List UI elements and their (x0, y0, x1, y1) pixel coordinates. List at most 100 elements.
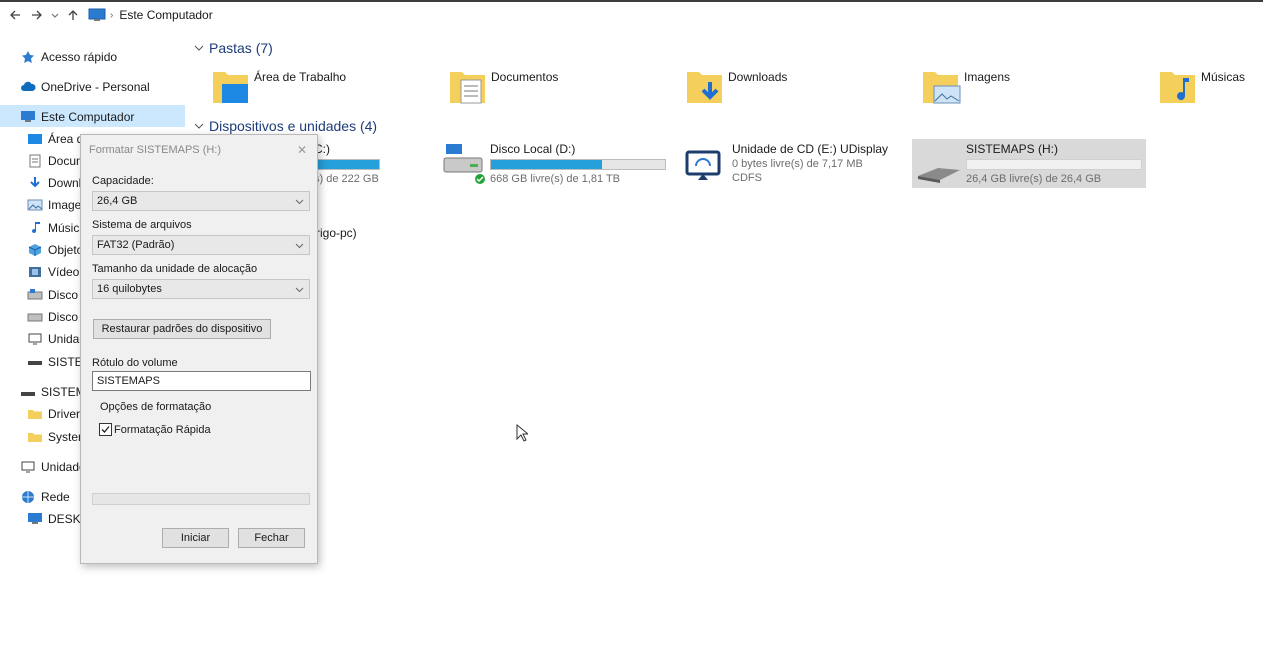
drive-c-usage-bar (314, 159, 380, 170)
sidebar-item-drive-d[interactable]: Disco Local (D:) (27, 307, 83, 327)
sidebar-item-downloads[interactable]: Downloads (27, 173, 83, 193)
network-location-partial[interactable]: rigo-pc) (316, 226, 357, 240)
forward-button[interactable] (26, 4, 48, 26)
breadcrumb-separator: › (110, 9, 114, 21)
sidebar-item-sistemaps-root[interactable]: SISTEMAPS (H:) (20, 382, 83, 402)
folders-section-header[interactable]: Pastas (7) (194, 40, 273, 56)
film-icon (29, 267, 41, 277)
chevron-down-icon (295, 199, 304, 205)
folder-pictures[interactable]: Imagens (922, 66, 1010, 106)
usb-drive-icon (21, 392, 35, 396)
sidebar-item-quick-access[interactable]: Acesso rápido (20, 47, 190, 67)
cloud-icon (21, 81, 36, 91)
arrow-up-icon (68, 10, 78, 20)
picture-icon (27, 199, 43, 211)
drive-d-usage-fill (491, 160, 603, 169)
computer-icon (28, 513, 42, 524)
breadcrumb-current[interactable]: Este Computador (119, 8, 212, 22)
network-icon (22, 491, 34, 503)
sidebar-item-cd-drive-root[interactable]: Unidade de CD (E:) (20, 457, 83, 477)
sidebar-item-this-pc[interactable]: Este Computador (20, 107, 185, 127)
volume-label-caption: Rótulo do volume (92, 357, 178, 369)
folder-desktop[interactable]: Área de Trabalho (212, 66, 346, 106)
allocation-size-label: Tamanho da unidade de alocação (92, 263, 258, 275)
download-arrow-icon (30, 177, 40, 188)
address-bar: › Este Computador (0, 0, 1263, 28)
sidebar-item-videos[interactable]: Vídeos (27, 262, 83, 282)
format-dialog: Formatar SISTEMAPS (H:) ✕ Capacidade: 26… (80, 134, 318, 564)
chevron-down-icon (295, 243, 304, 249)
hard-drive-icon (27, 313, 43, 322)
drive-sistemaps-h[interactable]: SISTEMAPS (H:) 26,4 GB livre(s) de 26,4 … (916, 140, 1142, 185)
document-icon (29, 154, 41, 168)
sidebar-item-onedrive[interactable]: OneDrive - Personal (20, 77, 190, 97)
up-button[interactable] (62, 4, 84, 26)
drive-d-usage-bar (490, 159, 666, 170)
close-button[interactable]: Fechar (238, 528, 305, 548)
music-note-icon (32, 222, 40, 234)
sidebar-item-documents[interactable]: Documentos (27, 151, 83, 171)
cd-drive-display-icon (685, 150, 721, 180)
folder-icon (28, 410, 42, 419)
desktop-folder-icon (213, 72, 248, 103)
cd-drive-icon (28, 333, 42, 345)
pictures-folder-icon (923, 72, 961, 104)
sidebar-item-network[interactable]: Rede (20, 487, 83, 507)
sidebar-item-desktop[interactable]: Área de Trabalho (27, 129, 83, 149)
folder-downloads[interactable]: Downloads (686, 66, 787, 106)
recent-dropdown[interactable] (48, 4, 62, 26)
filesystem-label: Sistema de arquivos (92, 219, 192, 231)
mouse-cursor-icon (516, 424, 528, 442)
filesystem-select[interactable]: FAT32 (Padrão) (92, 235, 310, 255)
desktop-icon (28, 134, 42, 144)
drive-c-usage-fill (315, 160, 379, 169)
usb-drive-icon (918, 168, 960, 183)
cd-drive-icon (21, 461, 35, 473)
checkmark-icon (101, 426, 110, 433)
folder-icon (28, 433, 42, 442)
computer-icon (21, 111, 35, 122)
quick-format-label: Formatação Rápida (114, 424, 211, 436)
allocation-size-select[interactable]: 16 quilobytes (92, 279, 310, 299)
devices-section-header[interactable]: Dispositivos e unidades (4) (194, 118, 377, 134)
star-icon (22, 51, 34, 63)
arrow-right-icon (32, 10, 42, 20)
capacity-select[interactable]: 26,4 GB (92, 191, 310, 211)
start-button[interactable]: Iniciar (162, 528, 229, 548)
sidebar-item-driver-pack[interactable]: Driver Pack (27, 404, 83, 424)
hard-drive-icon (27, 289, 43, 300)
sidebar-item-sistemaps[interactable]: SISTEMAPS (H:) (27, 352, 83, 372)
restore-defaults-button[interactable]: Restaurar padrões do dispositivo (93, 319, 271, 339)
chevron-down-icon (194, 45, 204, 51)
documents-folder-icon (450, 72, 485, 104)
quick-format-checkbox[interactable] (99, 423, 112, 436)
computer-icon (88, 8, 106, 21)
drive-h-usage-bar (966, 159, 1142, 170)
chevron-down-icon (295, 287, 304, 293)
sidebar-item-3d-objects[interactable]: Objetos 3D (27, 240, 83, 260)
drive-cd-e[interactable]: Unidade de CD (E:) UDisplay 0 bytes livr… (682, 140, 888, 184)
cube-icon (28, 244, 42, 256)
chevron-down-icon (194, 123, 204, 129)
sidebar-item-system[interactable]: System (27, 427, 83, 447)
music-folder-icon (1160, 72, 1195, 103)
sidebar-item-music[interactable]: Músicas (27, 218, 83, 238)
format-options-label: Opções de formatação (100, 401, 212, 413)
dialog-title: Formatar SISTEMAPS (H:) (89, 144, 222, 156)
folder-documents[interactable]: Documentos (449, 66, 558, 106)
drive-d[interactable]: Disco Local (D:) 668 GB livre(s) de 1,81… (440, 140, 666, 185)
sidebar-item-cd-drive[interactable]: Unidade de CD (E:) (27, 329, 83, 349)
format-progress-bar (92, 493, 310, 505)
sidebar-item-desktop-pc[interactable]: DESKTOP (27, 509, 83, 529)
sidebar-item-drive-c[interactable]: Disco Local (C:) (27, 285, 83, 305)
hard-drive-icon (443, 144, 485, 184)
back-button[interactable] (4, 4, 26, 26)
chevron-down-icon (51, 13, 59, 18)
close-icon[interactable]: ✕ (297, 143, 307, 157)
folder-music[interactable]: Músicas (1159, 66, 1245, 106)
sidebar-item-pictures[interactable]: Imagens (27, 195, 83, 215)
volume-label-input[interactable]: SISTEMAPS (92, 371, 311, 391)
capacity-label: Capacidade: (92, 175, 154, 187)
arrow-left-icon (10, 10, 20, 20)
usb-drive-icon (28, 361, 42, 365)
